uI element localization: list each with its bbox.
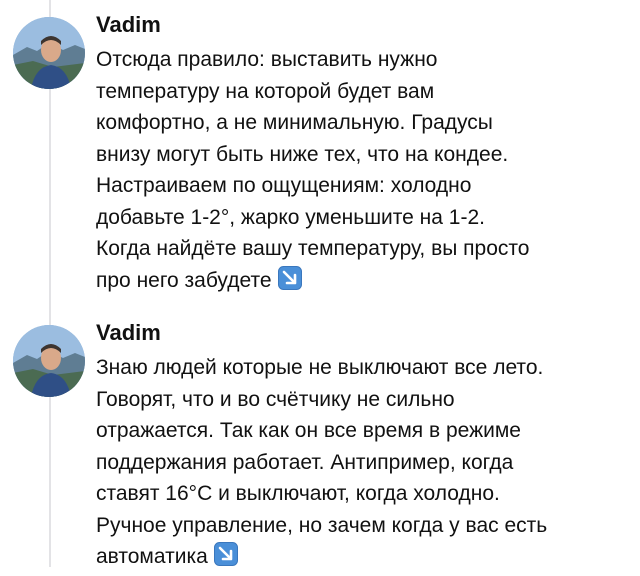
post-content: Vadim Отсюда правило: выставить нужно те… <box>96 10 626 296</box>
down-right-arrow-icon <box>213 542 238 566</box>
message-text: Отсюда правило: выставить нужно температ… <box>96 44 626 296</box>
post-content: Vadim Знаю людей которые не выключают вс… <box>96 318 626 573</box>
message-body: Знаю людей которые не выключают все лето… <box>96 356 548 568</box>
message-body: Отсюда правило: выставить нужно температ… <box>96 48 530 292</box>
down-right-arrow-icon <box>277 265 302 290</box>
author-name[interactable]: Vadim <box>96 318 626 348</box>
avatar[interactable] <box>13 17 85 89</box>
author-name[interactable]: Vadim <box>96 10 626 40</box>
avatar[interactable] <box>13 325 85 397</box>
message-text: Знаю людей которые не выключают все лето… <box>96 352 626 573</box>
avatar-image <box>13 325 85 397</box>
thread: Vadim Отсюда правило: выставить нужно те… <box>0 0 640 568</box>
avatar-image <box>13 17 85 89</box>
